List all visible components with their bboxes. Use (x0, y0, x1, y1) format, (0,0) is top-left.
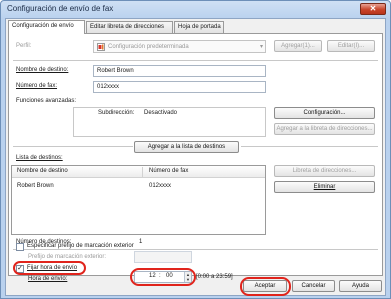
close-icon[interactable]: ✕ (360, 3, 386, 15)
subaddress-label: Subdirección: (98, 110, 135, 116)
divider (241, 146, 378, 147)
delete-button[interactable]: Eliminar (274, 181, 375, 193)
chevron-down-icon: ▾ (259, 44, 263, 50)
window-title: Configuración de envío de fax (7, 4, 114, 13)
help-button[interactable]: Ayuda (339, 280, 382, 292)
advanced-functions-box: Subdirección: Desactivado (73, 107, 266, 137)
column-header-name[interactable]: Nombre de destino (17, 168, 68, 174)
profile-edit-button[interactable]: Editar(I)... (327, 40, 375, 52)
profile-value: Configuración predeterminada (108, 44, 189, 50)
delete-button-label: Eliminar (313, 184, 336, 190)
prefix-field-label: Prefijo de marcación exterior: (28, 254, 107, 260)
tab-send-settings[interactable]: Configuración de envío (8, 20, 85, 34)
highlight-ring (13, 261, 86, 275)
tab-cover-page[interactable]: Hoja de portada (174, 21, 224, 33)
prefix-input[interactable] (134, 251, 192, 263)
divider (13, 60, 378, 61)
time-range-hint: [0:00 a 23:59] (196, 274, 233, 280)
fax-number-input[interactable]: 012xxxx (93, 81, 266, 93)
destination-name-input[interactable]: Robert Brown (93, 65, 266, 77)
row-fax: 012xxxx (149, 183, 172, 189)
table-row[interactable]: Robert Brown 012xxxx (13, 181, 264, 192)
divider (13, 249, 378, 250)
highlight-ring (130, 268, 196, 286)
settings-panel: Perfil: Configuración predeterminada ▾ A… (8, 33, 383, 276)
title-bar[interactable]: Configuración de envío de fax ✕ (1, 1, 390, 18)
dialog-window: Configuración de envío de fax ✕ Configur… (0, 0, 391, 299)
dialog-client: Configuración de envío Editar libreta de… (5, 18, 386, 296)
address-book-button[interactable]: Libreta de direcciones... (274, 165, 375, 177)
column-header-fax[interactable]: Número de fax (149, 168, 188, 174)
advanced-functions-label: Funciones avanzadas: (16, 98, 77, 104)
prefix-checkbox[interactable] (16, 243, 24, 251)
destination-count-value: 1 (139, 239, 143, 245)
profile-label: Perfil: (16, 43, 32, 49)
fax-number-label: Número de fax: (16, 83, 58, 89)
add-to-destination-list-button[interactable]: Agregar a la lista de destinos (134, 141, 239, 153)
destination-list[interactable]: Nombre de destino Número de fax Robert B… (11, 165, 266, 235)
highlight-ring (240, 277, 291, 296)
column-separator[interactable] (142, 167, 143, 177)
prefix-checkbox-label[interactable]: Especificar prefijo de marcación exterio… (27, 243, 134, 249)
divider (13, 146, 133, 147)
profile-add-button[interactable]: Agregar(1)... (274, 40, 322, 52)
configuration-button[interactable]: Configuración... (274, 107, 375, 119)
destination-list-label: Lista de destinos: (16, 155, 63, 161)
subaddress-value: Desactivado (144, 110, 178, 116)
cancel-button[interactable]: Cancelar (292, 280, 335, 292)
fax-profile-icon (97, 43, 105, 51)
tab-edit-address-book[interactable]: Editar libreta de direcciones (86, 21, 173, 33)
add-to-address-book-button[interactable]: Agregar a la libreta de direcciones... (274, 123, 375, 135)
send-time-label: Hora de envío: (28, 276, 68, 282)
list-header: Nombre de destino Número de fax (12, 166, 265, 178)
destination-name-label: Nombre de destino: (16, 67, 69, 73)
profile-select[interactable]: Configuración predeterminada ▾ (93, 40, 266, 53)
row-name: Robert Brown (17, 183, 54, 189)
